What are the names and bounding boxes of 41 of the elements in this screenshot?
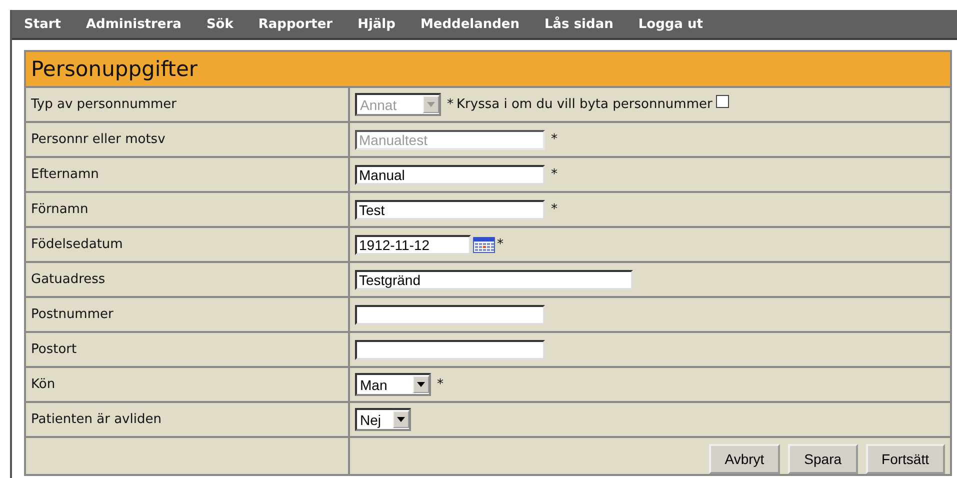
input-field[interactable]: Test [355,200,545,220]
field-label: Efternamn [25,157,349,192]
form-button[interactable]: Avbryt [708,444,780,474]
menu-item[interactable]: Lås sidan [544,16,614,32]
dropdown[interactable]: Man [355,373,431,396]
input-field[interactable] [355,340,545,360]
required-mark: * [497,237,504,252]
form-button[interactable]: Fortsätt [866,444,945,474]
field-label: Postort [25,332,349,367]
field-label: Förnamn [25,192,349,227]
form-button[interactable]: Spara [788,444,858,474]
caret-icon [427,102,435,107]
field-label: Typ av personnummer [25,87,349,122]
menu-item[interactable]: Rapporter [258,16,333,32]
field-label: Postnummer [25,297,349,332]
field-label: Gatuadress [25,262,349,297]
field-label: Kön [25,367,349,402]
required-mark: * [551,167,558,182]
menu-item[interactable]: Administrera [86,16,182,32]
required-mark: * [551,202,558,217]
menu-item[interactable]: Logga ut [638,16,703,32]
menu-item[interactable]: Meddelanden [420,16,520,32]
required-mark: * [551,132,558,147]
required-mark: * [437,377,444,392]
calendar-icon[interactable] [473,236,495,252]
field-label: Födelsedatum [25,227,349,262]
menu-item[interactable]: Hjälp [358,16,396,32]
input-field[interactable] [355,304,545,324]
caret-icon [417,382,425,387]
required-mark: * [447,97,454,112]
field-label: Personnr eller motsv [25,122,349,157]
input-field[interactable]: Manual [355,164,545,184]
form-title: Personuppgifter [25,51,951,87]
checkbox-label: Kryssa i om du vill byta personnummer [456,97,712,112]
date-field[interactable]: 1912-11-12 [355,234,471,254]
menu-item[interactable]: Start [24,16,61,32]
dropdown[interactable]: Nej [355,408,411,431]
input-field[interactable]: Testgränd [355,270,633,290]
menu-item[interactable]: Sök [206,16,234,32]
caret-icon [397,417,405,422]
field-label: Patienten är avliden [25,402,349,437]
